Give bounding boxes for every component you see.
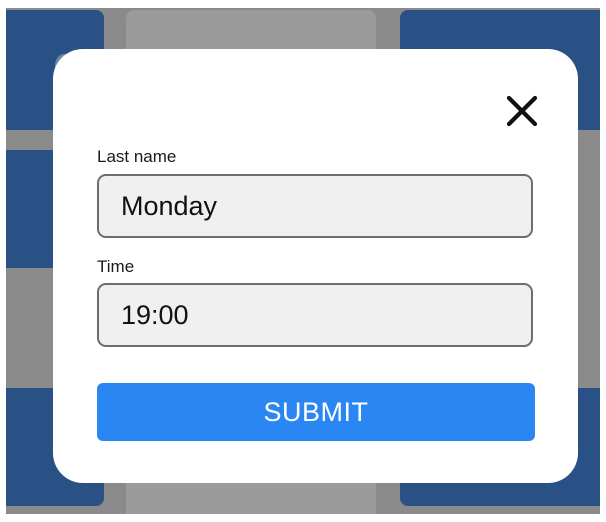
time-label: Time	[97, 257, 135, 276]
close-button[interactable]	[504, 93, 540, 129]
booking-dialog: Last name Time SUBMIT	[53, 49, 578, 483]
close-icon	[506, 95, 538, 127]
submit-button[interactable]: SUBMIT	[97, 383, 535, 441]
last-name-label: Last name	[97, 147, 177, 166]
last-name-input[interactable]	[97, 174, 533, 238]
time-input[interactable]	[97, 283, 533, 347]
screen: 00 19:00 19:00 00 00 00 Last name Time S…	[0, 0, 606, 522]
